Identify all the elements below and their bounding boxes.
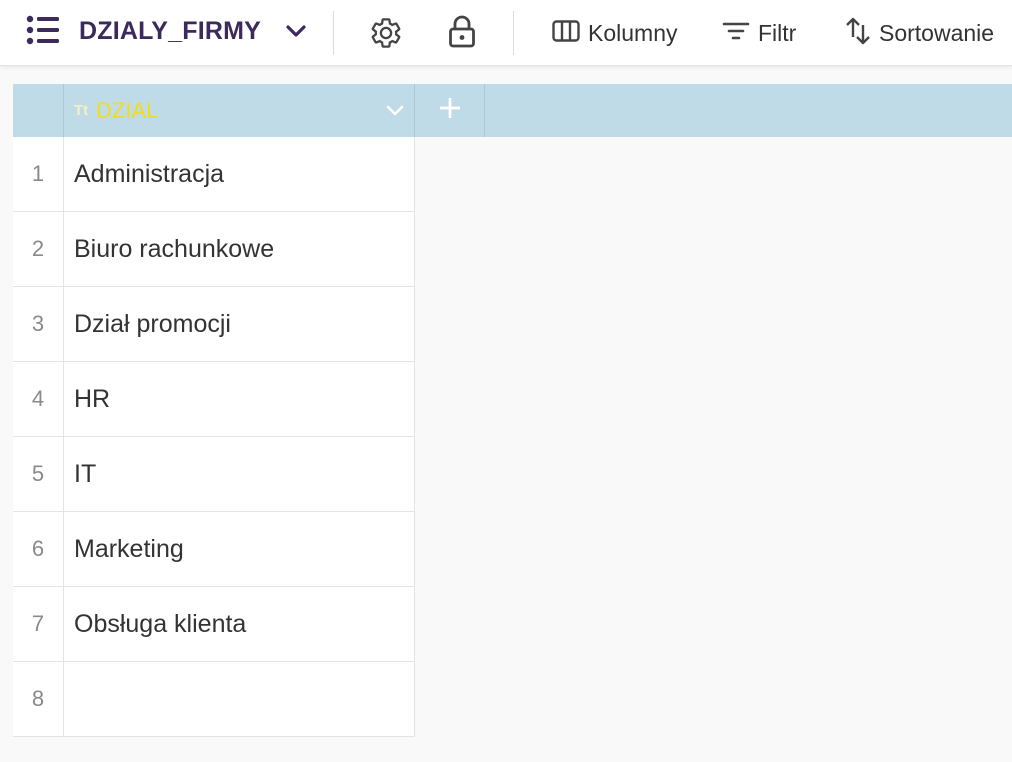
- table-row[interactable]: 5 IT: [13, 437, 415, 512]
- table-row[interactable]: 8: [13, 662, 415, 737]
- grid-body: 1 Administracja 2 Biuro rachunkowe 3 Dzi…: [13, 137, 415, 737]
- filter-icon: [722, 20, 750, 47]
- chevron-down-icon[interactable]: [284, 19, 308, 43]
- add-column-button[interactable]: [415, 84, 485, 137]
- table-row[interactable]: 7 Obsługa klienta: [13, 587, 415, 662]
- plus-icon: [438, 96, 462, 125]
- cell-dzial[interactable]: IT: [74, 437, 96, 511]
- row-number: 1: [13, 137, 64, 211]
- columns-icon: [552, 19, 580, 47]
- row-number: 2: [13, 212, 64, 286]
- row-number: 5: [13, 437, 64, 511]
- table-row[interactable]: 3 Dział promocji: [13, 287, 415, 362]
- cell-dzial[interactable]: Obsługa klienta: [74, 587, 246, 661]
- table-title[interactable]: DZIALY_FIRMY: [79, 14, 261, 48]
- cell-dzial[interactable]: Biuro rachunkowe: [74, 212, 274, 286]
- row-number: 7: [13, 587, 64, 661]
- text-type-icon: Tt: [74, 102, 89, 119]
- cell-dzial[interactable]: Dział promocji: [74, 287, 231, 361]
- toolbar-divider: [513, 11, 514, 55]
- toolbar: DZIALY_FIRMY Kolumny Filtr Sortowanie: [0, 0, 1012, 66]
- table-row[interactable]: 1 Administracja: [13, 137, 415, 212]
- sort-label: Sortowanie: [879, 19, 995, 46]
- columns-button[interactable]: Kolumny: [552, 15, 677, 51]
- row-number: 3: [13, 287, 64, 361]
- column-name: DZIAL: [96, 97, 159, 123]
- table-row[interactable]: 4 HR: [13, 362, 415, 437]
- sort-button[interactable]: Sortowanie: [845, 15, 994, 51]
- row-number: 4: [13, 362, 64, 436]
- list-icon[interactable]: [26, 15, 60, 45]
- table-row[interactable]: 6 Marketing: [13, 512, 415, 587]
- chevron-down-icon[interactable]: [384, 99, 406, 121]
- cell-dzial[interactable]: Administracja: [74, 137, 224, 211]
- cell-dzial[interactable]: HR: [74, 362, 110, 436]
- lock-icon[interactable]: [448, 15, 476, 54]
- columns-label: Kolumny: [588, 19, 678, 46]
- row-number: 8: [13, 662, 64, 736]
- grid-header: Tt DZIAL: [13, 84, 1012, 137]
- row-number: 6: [13, 512, 64, 586]
- row-number-header: [13, 84, 64, 137]
- filter-button[interactable]: Filtr: [722, 15, 796, 51]
- sort-arrows-icon: [845, 16, 871, 51]
- gear-icon[interactable]: [369, 16, 403, 55]
- filter-label: Filtr: [758, 19, 797, 46]
- cell-dzial[interactable]: Marketing: [74, 512, 184, 586]
- toolbar-divider: [333, 11, 334, 55]
- column-header-dzial[interactable]: Tt DZIAL: [64, 84, 415, 137]
- table-row[interactable]: 2 Biuro rachunkowe: [13, 212, 415, 287]
